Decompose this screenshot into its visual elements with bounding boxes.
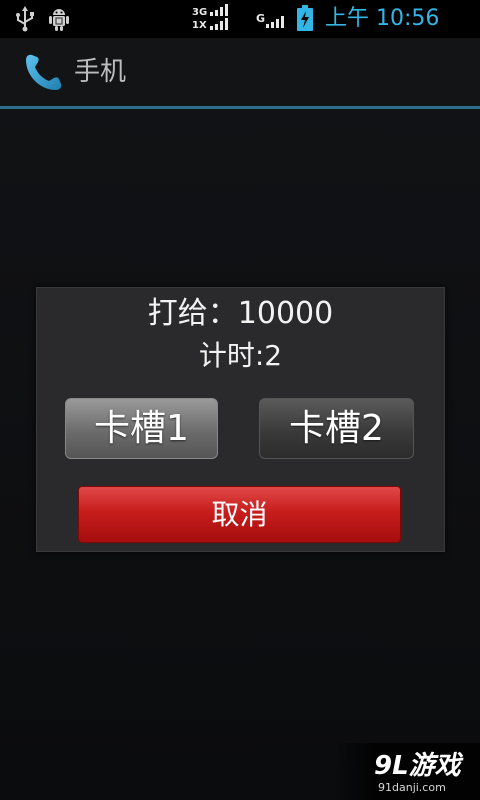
status-bar: 3G 1X G 上午 10:56 [0,0,480,38]
dial-target-text: 打给：10000 [147,296,334,331]
title-divider [0,106,480,109]
android-debug-icon [49,9,69,31]
phone-icon [26,54,62,90]
title-bar: 手机 [0,38,480,106]
network-type-top: 3G [192,7,208,18]
signal-bars-top [210,4,234,16]
timer-text: 计时:2 [198,339,283,372]
sim-select-dialog: 打给：10000 计时:2 卡槽1 卡槽2 取消 [36,287,445,552]
sim2-button[interactable]: 卡槽2 [259,398,414,459]
sim1-button[interactable]: 卡槽1 [65,398,218,459]
network-type-bottom: 1X [192,20,207,31]
watermark-url: 91danji.com [378,781,446,794]
usb-icon [16,6,34,32]
watermark-logo: 9L游戏 [374,751,461,781]
signal-icon: 3G 1X [192,4,238,34]
cancel-button[interactable]: 取消 [78,486,401,543]
signal-bars-second [266,16,290,28]
clock: 上午 10:56 [325,6,440,31]
signal-bars-bottom [210,18,234,30]
app-title: 手机 [74,57,127,87]
watermark: 9L游戏 91danji.com [332,743,480,800]
screen: 3G 1X G 上午 10:56 手机 打给：10000 计时:2 卡槽1 卡槽… [0,0,480,800]
network-type-second: G [256,12,266,25]
battery-charging-icon [297,5,313,31]
